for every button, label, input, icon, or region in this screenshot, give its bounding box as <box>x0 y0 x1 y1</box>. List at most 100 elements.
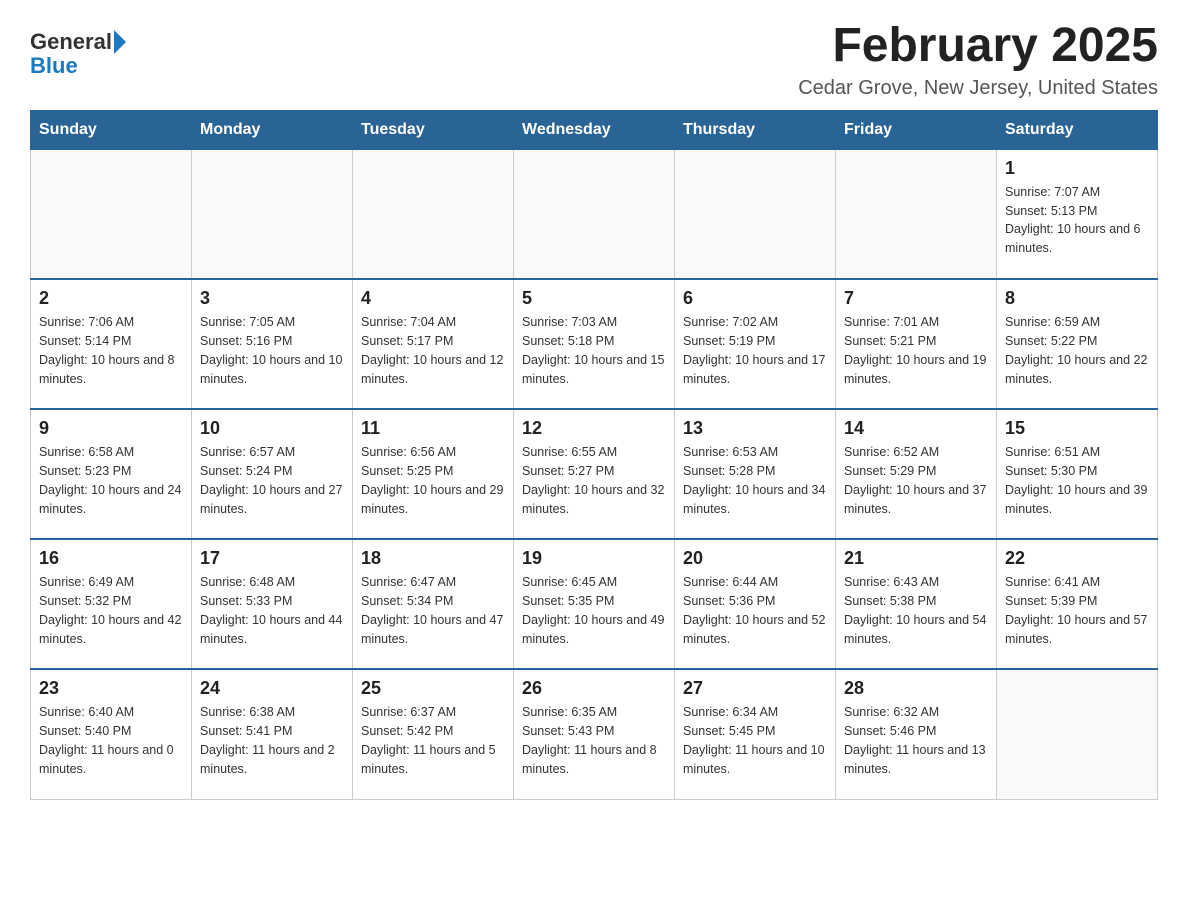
day-cell: 21 Sunrise: 6:43 AM Sunset: 5:38 PM Dayli… <box>836 539 997 669</box>
day-number: 26 <box>522 678 666 699</box>
day-cell: 23Sunrise: 6:40 AM Sunset: 5:40 PM Dayli… <box>31 669 192 799</box>
day-info: Sunrise: 6:41 AM Sunset: 5:39 PM Dayligh… <box>1005 573 1149 648</box>
day-number: 16 <box>39 548 183 569</box>
calendar-title: February 2025 <box>798 20 1158 73</box>
day-header-friday: Friday <box>836 110 997 149</box>
day-info: Sunrise: 6:37 AM Sunset: 5:42 PM Dayligh… <box>361 703 505 778</box>
day-info: Sunrise: 6:55 AM Sunset: 5:27 PM Dayligh… <box>522 443 666 518</box>
day-info: Sunrise: 6:35 AM Sunset: 5:43 PM Dayligh… <box>522 703 666 778</box>
day-cell: 9 Sunrise: 6:58 AM Sunset: 5:23 PM Daylig… <box>31 409 192 539</box>
day-info: Sunrise: 7:02 AM Sunset: 5:19 PM Dayligh… <box>683 313 827 388</box>
calendar-table: SundayMondayTuesdayWednesdayThursdayFrid… <box>30 110 1158 800</box>
day-number: 23 <box>39 678 183 699</box>
day-info: Sunrise: 6:48 AM Sunset: 5:33 PM Dayligh… <box>200 573 344 648</box>
day-cell <box>997 669 1158 799</box>
day-cell: 6 Sunrise: 7:02 AM Sunset: 5:19 PM Daylig… <box>675 279 836 409</box>
day-number: 6 <box>683 288 827 309</box>
day-cell <box>192 149 353 279</box>
day-number: 27 <box>683 678 827 699</box>
day-info: Sunrise: 6:45 AM Sunset: 5:35 PM Dayligh… <box>522 573 666 648</box>
day-cell: 16 Sunrise: 6:49 AM Sunset: 5:32 PM Dayli… <box>31 539 192 669</box>
day-info: Sunrise: 6:53 AM Sunset: 5:28 PM Dayligh… <box>683 443 827 518</box>
day-number: 2 <box>39 288 183 309</box>
day-header-thursday: Thursday <box>675 110 836 149</box>
day-info: Sunrise: 6:43 AM Sunset: 5:38 PM Dayligh… <box>844 573 988 648</box>
day-number: 4 <box>361 288 505 309</box>
day-number: 10 <box>200 418 344 439</box>
day-cell: 2 Sunrise: 7:06 AM Sunset: 5:14 PM Daylig… <box>31 279 192 409</box>
day-number: 28 <box>844 678 988 699</box>
day-cell <box>836 149 997 279</box>
day-number: 3 <box>200 288 344 309</box>
day-number: 20 <box>683 548 827 569</box>
logo-blue-text: Blue <box>30 53 78 78</box>
day-cell: 22 Sunrise: 6:41 AM Sunset: 5:39 PM Dayli… <box>997 539 1158 669</box>
day-header-saturday: Saturday <box>997 110 1158 149</box>
day-info: Sunrise: 6:51 AM Sunset: 5:30 PM Dayligh… <box>1005 443 1149 518</box>
day-number: 14 <box>844 418 988 439</box>
day-number: 9 <box>39 418 183 439</box>
day-cell: 20 Sunrise: 6:44 AM Sunset: 5:36 PM Dayli… <box>675 539 836 669</box>
logo: General Blue <box>30 30 126 78</box>
day-info: Sunrise: 6:47 AM Sunset: 5:34 PM Dayligh… <box>361 573 505 648</box>
day-cell: 10 Sunrise: 6:57 AM Sunset: 5:24 PM Dayli… <box>192 409 353 539</box>
day-number: 15 <box>1005 418 1149 439</box>
day-number: 17 <box>200 548 344 569</box>
week-row-5: 23Sunrise: 6:40 AM Sunset: 5:40 PM Dayli… <box>31 669 1158 799</box>
day-number: 25 <box>361 678 505 699</box>
day-info: Sunrise: 6:44 AM Sunset: 5:36 PM Dayligh… <box>683 573 827 648</box>
day-cell: 25 Sunrise: 6:37 AM Sunset: 5:42 PM Dayli… <box>353 669 514 799</box>
day-number: 12 <box>522 418 666 439</box>
page-header: General Blue February 2025 Cedar Grove, … <box>30 20 1158 100</box>
day-cell <box>675 149 836 279</box>
day-info: Sunrise: 7:04 AM Sunset: 5:17 PM Dayligh… <box>361 313 505 388</box>
day-number: 21 <box>844 548 988 569</box>
day-number: 18 <box>361 548 505 569</box>
week-row-1: 1Sunrise: 7:07 AM Sunset: 5:13 PM Daylig… <box>31 149 1158 279</box>
day-cell: 18 Sunrise: 6:47 AM Sunset: 5:34 PM Dayli… <box>353 539 514 669</box>
day-cell: 7Sunrise: 7:01 AM Sunset: 5:21 PM Daylig… <box>836 279 997 409</box>
calendar-subtitle: Cedar Grove, New Jersey, United States <box>798 77 1158 100</box>
day-number: 8 <box>1005 288 1149 309</box>
day-info: Sunrise: 6:49 AM Sunset: 5:32 PM Dayligh… <box>39 573 183 648</box>
day-cell: 17 Sunrise: 6:48 AM Sunset: 5:33 PM Dayli… <box>192 539 353 669</box>
title-block: February 2025 Cedar Grove, New Jersey, U… <box>798 20 1158 100</box>
day-info: Sunrise: 6:32 AM Sunset: 5:46 PM Dayligh… <box>844 703 988 778</box>
day-number: 1 <box>1005 158 1149 179</box>
day-header-sunday: Sunday <box>31 110 192 149</box>
day-number: 22 <box>1005 548 1149 569</box>
day-cell <box>353 149 514 279</box>
day-header-wednesday: Wednesday <box>514 110 675 149</box>
day-cell <box>31 149 192 279</box>
header-row: SundayMondayTuesdayWednesdayThursdayFrid… <box>31 110 1158 149</box>
day-cell: 14 Sunrise: 6:52 AM Sunset: 5:29 PM Dayli… <box>836 409 997 539</box>
day-info: Sunrise: 7:06 AM Sunset: 5:14 PM Dayligh… <box>39 313 183 388</box>
day-cell: 28 Sunrise: 6:32 AM Sunset: 5:46 PM Dayli… <box>836 669 997 799</box>
day-cell: 4 Sunrise: 7:04 AM Sunset: 5:17 PM Daylig… <box>353 279 514 409</box>
day-info: Sunrise: 7:03 AM Sunset: 5:18 PM Dayligh… <box>522 313 666 388</box>
day-info: Sunrise: 6:58 AM Sunset: 5:23 PM Dayligh… <box>39 443 183 518</box>
day-info: Sunrise: 6:59 AM Sunset: 5:22 PM Dayligh… <box>1005 313 1149 388</box>
day-cell: 1Sunrise: 7:07 AM Sunset: 5:13 PM Daylig… <box>997 149 1158 279</box>
logo-triangle-icon <box>114 30 126 54</box>
day-info: Sunrise: 6:34 AM Sunset: 5:45 PM Dayligh… <box>683 703 827 778</box>
day-number: 5 <box>522 288 666 309</box>
day-info: Sunrise: 6:38 AM Sunset: 5:41 PM Dayligh… <box>200 703 344 778</box>
day-number: 24 <box>200 678 344 699</box>
day-cell: 3 Sunrise: 7:05 AM Sunset: 5:16 PM Daylig… <box>192 279 353 409</box>
day-header-monday: Monday <box>192 110 353 149</box>
week-row-4: 16 Sunrise: 6:49 AM Sunset: 5:32 PM Dayli… <box>31 539 1158 669</box>
day-cell: 27 Sunrise: 6:34 AM Sunset: 5:45 PM Dayli… <box>675 669 836 799</box>
day-cell: 15 Sunrise: 6:51 AM Sunset: 5:30 PM Dayli… <box>997 409 1158 539</box>
day-info: Sunrise: 6:57 AM Sunset: 5:24 PM Dayligh… <box>200 443 344 518</box>
day-cell: 5 Sunrise: 7:03 AM Sunset: 5:18 PM Daylig… <box>514 279 675 409</box>
day-number: 13 <box>683 418 827 439</box>
day-header-tuesday: Tuesday <box>353 110 514 149</box>
day-info: Sunrise: 7:05 AM Sunset: 5:16 PM Dayligh… <box>200 313 344 388</box>
day-info: Sunrise: 6:56 AM Sunset: 5:25 PM Dayligh… <box>361 443 505 518</box>
day-number: 19 <box>522 548 666 569</box>
day-info: Sunrise: 6:52 AM Sunset: 5:29 PM Dayligh… <box>844 443 988 518</box>
day-number: 7 <box>844 288 988 309</box>
day-cell: 26 Sunrise: 6:35 AM Sunset: 5:43 PM Dayli… <box>514 669 675 799</box>
day-cell <box>514 149 675 279</box>
